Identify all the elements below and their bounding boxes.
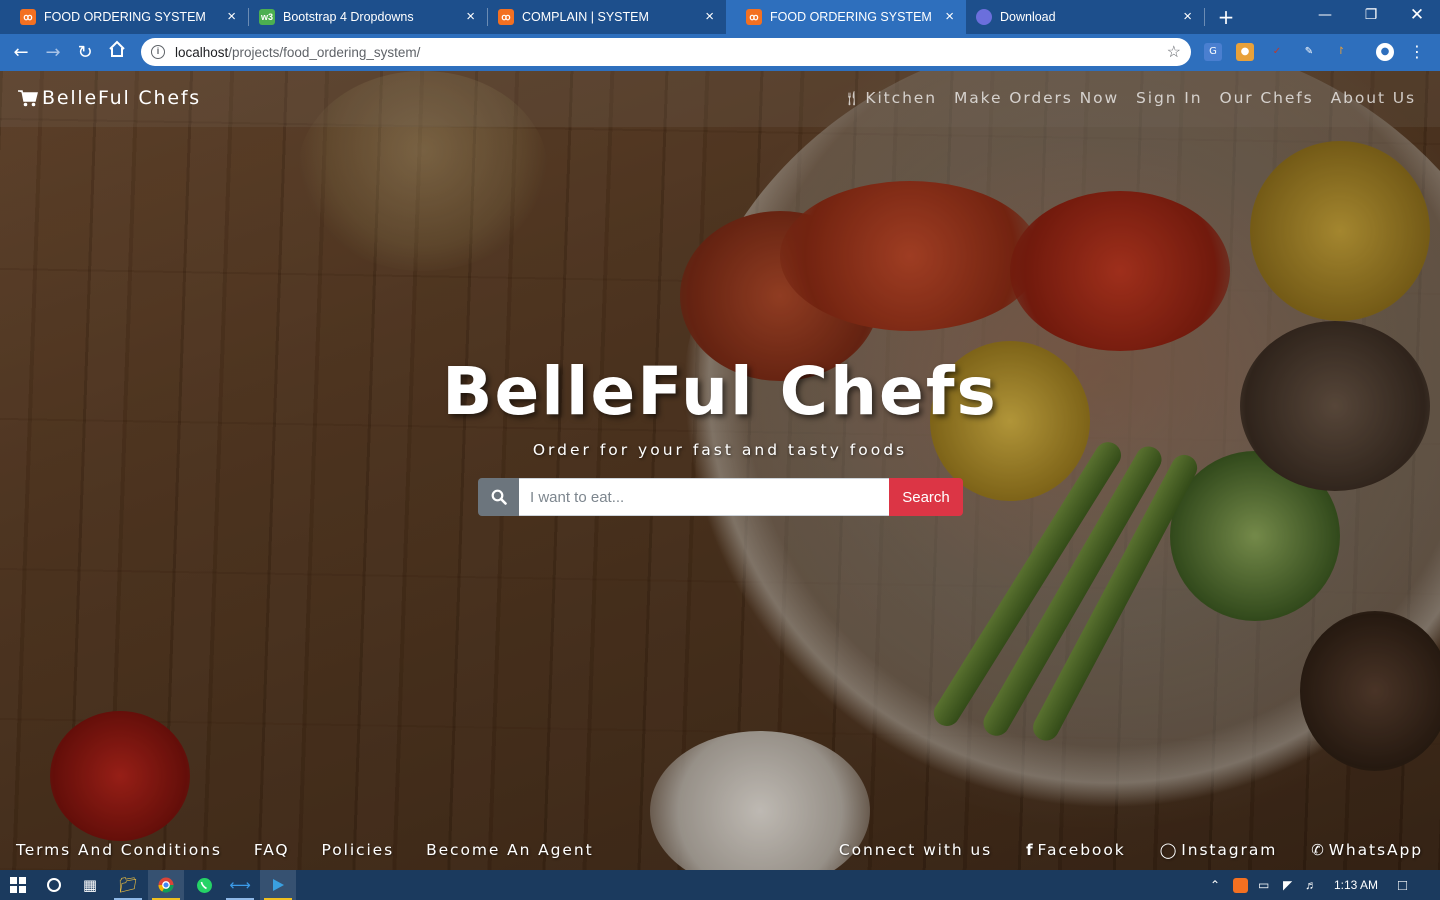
footer-policies[interactable]: Policies [322, 841, 395, 859]
tab-separator [1204, 8, 1205, 26]
footer-terms[interactable]: Terms And Conditions [16, 841, 222, 859]
extension-icon[interactable]: ● [1236, 43, 1254, 61]
search-icon [478, 478, 519, 516]
connect-label: Connect with us [838, 841, 993, 859]
tab-title: FOOD ORDERING SYSTEM [770, 10, 932, 24]
nav-sign-in[interactable]: Sign In [1136, 89, 1202, 107]
home-icon [109, 40, 125, 57]
tab-title: Bootstrap 4 Dropdowns [283, 10, 414, 24]
search-input[interactable] [519, 478, 889, 516]
instagram-label: Instagram [1181, 841, 1278, 859]
bookmark-star-icon[interactable]: ☆ [1167, 42, 1181, 62]
shopping-cart-icon [18, 90, 38, 107]
xampp-icon: ꝏ [20, 9, 36, 25]
extension-icon[interactable]: ↾ [1332, 43, 1350, 61]
file-explorer-icon[interactable]: 📁︎ [110, 870, 146, 900]
tab-title: COMPLAIN | SYSTEM [522, 10, 649, 24]
whatsapp-app-icon[interactable] [186, 870, 222, 900]
menu-icon[interactable]: ⋮ [1408, 43, 1426, 61]
windows-taskbar: ▦ 📁︎ ⟷ ⌃ ▭ ◤ ♬ 1:13 AM □ [0, 870, 1440, 900]
wifi-icon[interactable]: ◤ [1283, 870, 1292, 900]
info-icon[interactable]: i [151, 45, 165, 59]
battery-icon[interactable]: ▭ [1258, 870, 1269, 900]
footer-links-right: Connect with us f Facebook ◯ Instagram ✆ Wh… [839, 841, 1423, 859]
nav-our-chefs[interactable]: Our Chefs [1219, 89, 1313, 107]
utensils-icon: 🍴︎ [842, 91, 863, 107]
clock[interactable]: 1:13 AM [1334, 870, 1378, 900]
close-icon[interactable]: × [705, 9, 714, 25]
browser-tab-strip: ꝏ FOOD ORDERING SYSTEM × w3 Bootstrap 4 … [0, 0, 1440, 34]
forward-button[interactable]: → [40, 40, 66, 66]
download-icon [976, 9, 992, 25]
footer-become-agent[interactable]: Become An Agent [426, 841, 593, 859]
whatsapp-icon: ✆ [1311, 841, 1326, 859]
background-overlay [0, 71, 1440, 870]
nav-kitchen[interactable]: 🍴︎ Kitchen [843, 89, 937, 107]
instagram-icon: ◯ [1159, 841, 1179, 859]
search-button[interactable]: Search [889, 478, 963, 516]
url-path: /projects/food_ordering_system/ [228, 44, 421, 60]
whatsapp-link[interactable]: ✆ WhatsApp [1311, 841, 1423, 859]
nav-make-orders[interactable]: Make Orders Now [954, 89, 1119, 107]
whatsapp-label: WhatsApp [1328, 841, 1423, 859]
w3schools-icon: w3 [259, 9, 275, 25]
cortana-icon[interactable] [36, 870, 72, 900]
footer-links-left: Terms And Conditions FAQ Policies Become… [16, 841, 594, 859]
facebook-link[interactable]: f Facebook [1026, 841, 1125, 859]
restore-button[interactable]: ❐ [1348, 0, 1394, 30]
hero-title: BelleFul Chefs [442, 353, 998, 430]
minimize-button[interactable]: — [1302, 0, 1348, 30]
profile-icon[interactable]: ● [1376, 43, 1394, 61]
facebook-icon: f [1026, 841, 1035, 859]
instagram-link[interactable]: ◯ Instagram [1160, 841, 1278, 859]
close-icon[interactable]: × [945, 9, 954, 25]
brand-name: BelleFul Chefs [42, 87, 202, 109]
tab-download[interactable]: Download × [956, 0, 1204, 34]
show-hidden-icons[interactable]: ⌃ [1210, 870, 1220, 900]
media-player-icon[interactable] [260, 870, 296, 900]
close-icon[interactable]: × [466, 9, 475, 25]
close-icon[interactable]: × [227, 9, 236, 25]
site-navbar: BelleFul Chefs 🍴︎ Kitchen Make Orders Now… [0, 71, 1440, 127]
browser-toolbar: ← → ↻ i localhost/projects/food_ordering… [0, 34, 1440, 71]
new-tab-button[interactable]: + [1214, 4, 1238, 30]
extension-icon[interactable]: ✎ [1300, 43, 1318, 61]
action-center-icon[interactable]: □ [1398, 870, 1407, 900]
nav-about-us[interactable]: About Us [1331, 89, 1416, 107]
volume-icon[interactable]: ♬ [1305, 870, 1317, 900]
home-button[interactable] [104, 40, 130, 66]
back-button[interactable]: ← [8, 40, 34, 66]
page-viewport: BelleFul Chefs 🍴︎ Kitchen Make Orders Now… [0, 71, 1440, 870]
tab-complain-system[interactable]: ꝏ COMPLAIN | SYSTEM × [478, 0, 726, 34]
search-form: Search [478, 478, 963, 516]
xampp-icon: ꝏ [746, 9, 762, 25]
tab-food-ordering-active[interactable]: ꝏ FOOD ORDERING SYSTEM × [726, 0, 966, 34]
windows-start-icon[interactable] [0, 870, 36, 900]
tab-food-ordering-1[interactable]: ꝏ FOOD ORDERING SYSTEM × [0, 0, 248, 34]
xampp-tray-icon[interactable] [1233, 870, 1248, 900]
footer-faq[interactable]: FAQ [254, 841, 290, 859]
reload-button[interactable]: ↻ [72, 40, 98, 66]
facebook-label: Facebook [1037, 841, 1126, 859]
vscode-icon[interactable]: ⟷ [222, 870, 258, 900]
tab-title: FOOD ORDERING SYSTEM [44, 10, 206, 24]
nav-links: 🍴︎ Kitchen Make Orders Now Sign In Our Ch… [843, 89, 1416, 107]
brand-link[interactable]: BelleFul Chefs [18, 87, 201, 109]
xampp-icon: ꝏ [498, 9, 514, 25]
url-host: localhost [175, 44, 229, 60]
tab-bootstrap-dropdowns[interactable]: w3 Bootstrap 4 Dropdowns × [239, 0, 487, 34]
nav-label: Kitchen [865, 89, 937, 107]
chrome-icon[interactable] [148, 870, 184, 900]
tab-title: Download [1000, 10, 1056, 24]
extension-icon[interactable]: ✓ [1268, 43, 1286, 61]
task-view-icon[interactable]: ▦ [72, 870, 108, 900]
hero-subtitle: Order for your fast and tasty foods [532, 441, 908, 459]
close-window-button[interactable]: ✕ [1394, 0, 1440, 30]
google-translate-icon[interactable]: G [1204, 43, 1222, 61]
close-icon[interactable]: × [1183, 9, 1192, 25]
address-bar[interactable]: i localhost/projects/food_ordering_syste… [141, 38, 1191, 66]
